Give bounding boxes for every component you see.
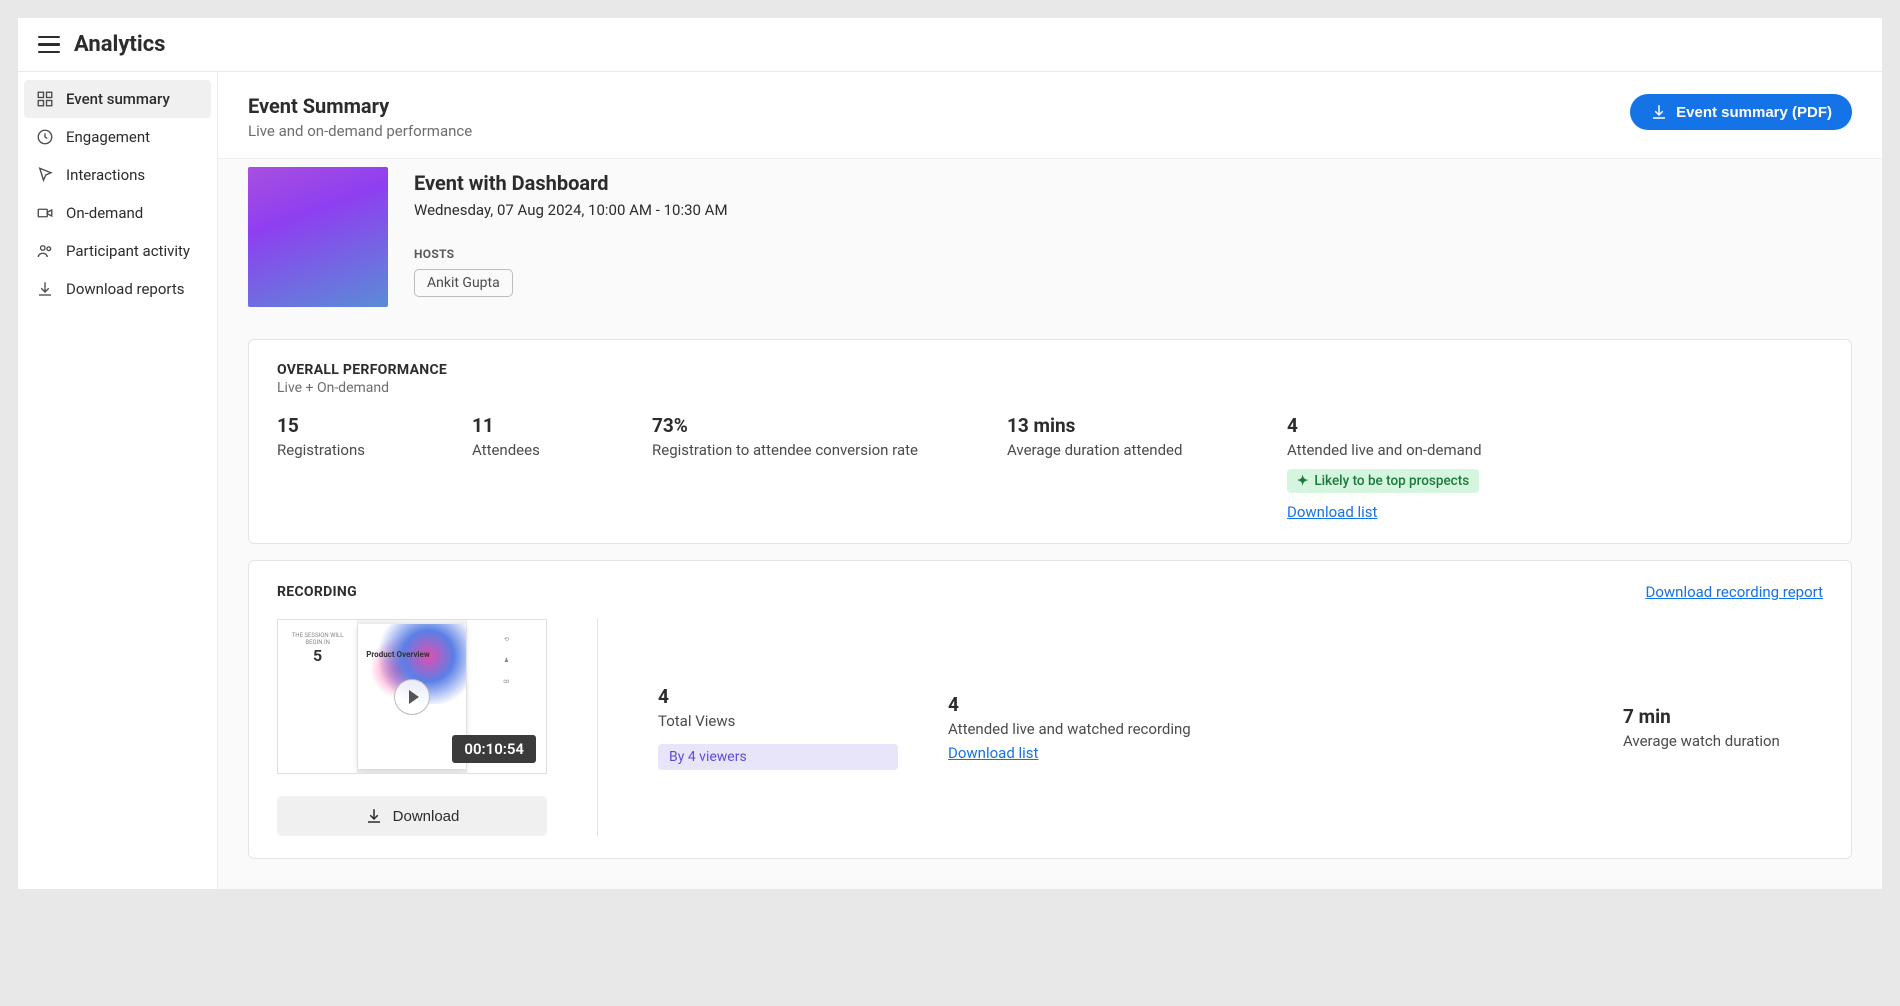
recording-duration: 00:10:54 bbox=[452, 735, 536, 763]
event-summary-pdf-button[interactable]: Event summary (PDF) bbox=[1630, 94, 1852, 130]
metric-label: Average watch duration bbox=[1623, 732, 1823, 750]
metric-value: 13 mins bbox=[1007, 414, 1287, 437]
event-thumbnail bbox=[248, 167, 388, 307]
people-icon bbox=[36, 242, 54, 260]
download-recording-report-link[interactable]: Download recording report bbox=[1645, 583, 1823, 601]
metric-label: Average duration attended bbox=[1007, 441, 1287, 459]
event-title: Event with Dashboard bbox=[414, 171, 728, 195]
metric-label: Attended live and on-demand bbox=[1287, 441, 1823, 459]
download-list-link[interactable]: Download list bbox=[1287, 503, 1377, 521]
metric-label: Registration to attendee conversion rate bbox=[652, 441, 1007, 459]
app-title: Analytics bbox=[74, 32, 165, 57]
cursor-icon bbox=[36, 166, 54, 184]
download-icon bbox=[36, 280, 54, 298]
sidebar-item-interactions[interactable]: Interactions bbox=[18, 156, 217, 194]
sidebar-item-label: Download reports bbox=[66, 280, 184, 298]
menu-icon[interactable] bbox=[38, 36, 60, 54]
metric-value: 11 bbox=[472, 414, 652, 437]
recording-card: RECORDING Download recording report THE … bbox=[248, 560, 1852, 859]
download-recording-button[interactable]: Download bbox=[277, 796, 547, 836]
metric-label: Total Views bbox=[658, 712, 898, 730]
host-chip: Ankit Gupta bbox=[414, 269, 513, 297]
metric-value: 73% bbox=[652, 414, 1007, 437]
sidebar-item-event-summary[interactable]: Event summary bbox=[24, 80, 211, 118]
sidebar-item-label: Engagement bbox=[66, 128, 150, 146]
overall-performance-card: OVERALL PERFORMANCE Live + On-demand 15 … bbox=[248, 339, 1852, 544]
overall-title: OVERALL PERFORMANCE bbox=[277, 362, 1823, 378]
viewers-chip: By 4 viewers bbox=[658, 744, 898, 770]
page-title: Event Summary bbox=[248, 94, 472, 118]
hosts-label: HOSTS bbox=[414, 247, 728, 261]
sidebar-item-participant-activity[interactable]: Participant activity bbox=[18, 232, 217, 270]
clock-icon bbox=[36, 128, 54, 146]
metric-label: Attendees bbox=[472, 441, 652, 459]
page-subtitle: Live and on-demand performance bbox=[248, 122, 472, 140]
play-icon[interactable] bbox=[394, 679, 430, 715]
metric-value: 4 bbox=[1287, 414, 1823, 437]
sidebar-item-label: Interactions bbox=[66, 166, 145, 184]
sidebar-item-label: Event summary bbox=[66, 90, 170, 108]
sidebar-item-on-demand[interactable]: On-demand bbox=[18, 194, 217, 232]
metric-value: 4 bbox=[658, 685, 898, 708]
prospect-badge: ✦ Likely to be top prospects bbox=[1287, 469, 1479, 493]
metric-value: 4 bbox=[948, 693, 1573, 716]
overall-subtitle: Live + On-demand bbox=[277, 380, 1823, 396]
sidebar-item-download-reports[interactable]: Download reports bbox=[18, 270, 217, 308]
plus-icon: ✦ bbox=[1297, 473, 1308, 489]
event-datetime: Wednesday, 07 Aug 2024, 10:00 AM - 10:30… bbox=[414, 201, 728, 219]
sidebar-item-label: Participant activity bbox=[66, 242, 190, 260]
metric-label: Attended live and watched recording bbox=[948, 720, 1573, 738]
sidebar: Event summary Engagement Interactions On… bbox=[18, 72, 218, 889]
metric-value: 7 min bbox=[1623, 705, 1823, 728]
download-list-link[interactable]: Download list bbox=[948, 744, 1573, 762]
pdf-button-label: Event summary (PDF) bbox=[1676, 104, 1832, 121]
video-icon bbox=[36, 204, 54, 222]
metric-label: Registrations bbox=[277, 441, 472, 459]
grid-icon bbox=[36, 90, 54, 108]
recording-title: RECORDING bbox=[277, 584, 357, 600]
sidebar-item-label: On-demand bbox=[66, 204, 143, 222]
sidebar-item-engagement[interactable]: Engagement bbox=[18, 118, 217, 156]
metric-value: 15 bbox=[277, 414, 472, 437]
recording-thumbnail[interactable]: THE SESSION WILL BEGIN IN5 Product Overv… bbox=[277, 619, 547, 774]
